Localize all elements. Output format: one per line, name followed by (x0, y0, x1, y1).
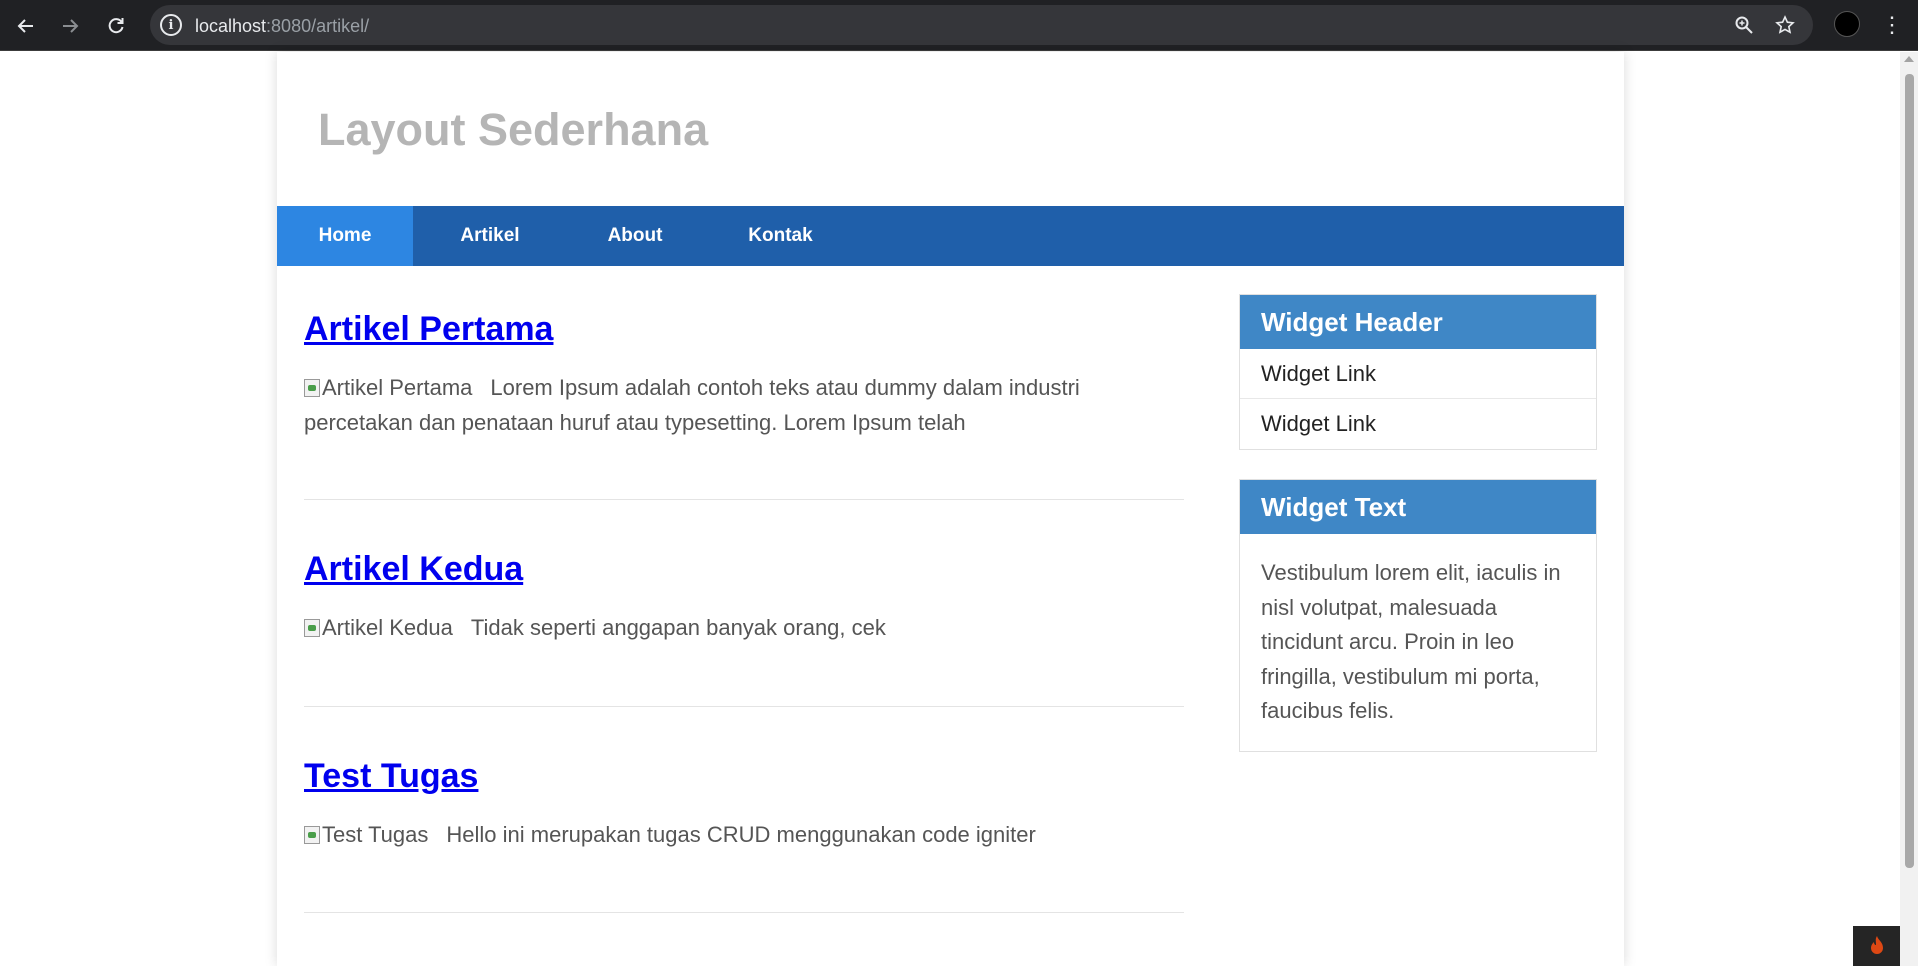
reload-icon (108, 18, 124, 34)
widget-body-text: Vestibulum lorem elit, iaculis in nisl v… (1261, 560, 1561, 723)
site-info-icon[interactable]: i (160, 14, 182, 36)
nav-home[interactable]: Home (277, 206, 413, 266)
arrow-left-icon (17, 19, 33, 33)
article-title-link[interactable]: Test Tugas (304, 757, 478, 795)
page-container: Layout Sederhana Home Artikel About Kont… (277, 52, 1624, 966)
nav-about[interactable]: About (567, 206, 703, 266)
broken-image-icon (304, 378, 320, 397)
nav-kontak[interactable]: Kontak (703, 206, 858, 266)
debug-toolbar-flame-icon[interactable] (1853, 926, 1900, 966)
article-divider (304, 499, 1184, 500)
article-item: Artikel Kedua (304, 550, 1184, 589)
widget-link[interactable]: Widget Link (1240, 349, 1596, 399)
reload-button[interactable] (99, 9, 133, 43)
broken-image-icon (304, 618, 320, 637)
address-bar[interactable]: i localhost:8080/artikel/ (150, 5, 1813, 45)
vertical-scrollbar[interactable] (1900, 52, 1918, 966)
article-image: Artikel Pertama (304, 370, 472, 405)
arrow-right-icon (63, 19, 79, 33)
article-title-link[interactable]: Artikel Pertama (304, 310, 553, 348)
article-item: Test Tugas (304, 757, 1184, 796)
site-title: Layout Sederhana (318, 104, 709, 155)
zoom-icon[interactable] (1732, 13, 1756, 37)
article-excerpt: Tidak seperti anggapan banyak orang, cek (470, 615, 886, 640)
article-excerpt: Hello ini merupakan tugas CRUD menggunak… (446, 822, 1036, 847)
back-button[interactable] (9, 9, 43, 43)
article-image: Artikel Kedua (304, 610, 453, 645)
widget-links: Widget Header Widget Link Widget Link (1239, 294, 1597, 450)
profile-avatar[interactable] (1834, 11, 1860, 37)
url-text[interactable]: localhost:8080/artikel/ (195, 16, 369, 37)
article-item: Artikel Pertama (304, 310, 1184, 349)
widget-link[interactable]: Widget Link (1240, 399, 1596, 449)
page-viewport: Layout Sederhana Home Artikel About Kont… (0, 52, 1900, 966)
article-image: Test Tugas (304, 817, 428, 852)
nav-artikel[interactable]: Artikel (413, 206, 567, 266)
widget-header: Widget Text (1240, 480, 1596, 534)
article-divider (304, 706, 1184, 707)
main-navbar: Home Artikel About Kontak (277, 206, 1624, 266)
article-divider (304, 912, 1184, 913)
widget-text: Widget Text Vestibulum lorem elit, iacul… (1239, 479, 1597, 752)
scroll-thumb[interactable] (1905, 74, 1914, 868)
menu-dots-icon[interactable]: ⋮ (1880, 9, 1904, 41)
widget-header: Widget Header (1240, 295, 1596, 349)
forward-button[interactable] (53, 9, 87, 43)
browser-toolbar: i localhost:8080/artikel/ ⋮ (0, 0, 1918, 51)
scroll-up-arrow-icon[interactable] (1904, 56, 1914, 62)
broken-image-icon (304, 825, 320, 844)
article-title-link[interactable]: Artikel Kedua (304, 550, 523, 588)
bookmark-star-icon[interactable] (1773, 13, 1797, 37)
